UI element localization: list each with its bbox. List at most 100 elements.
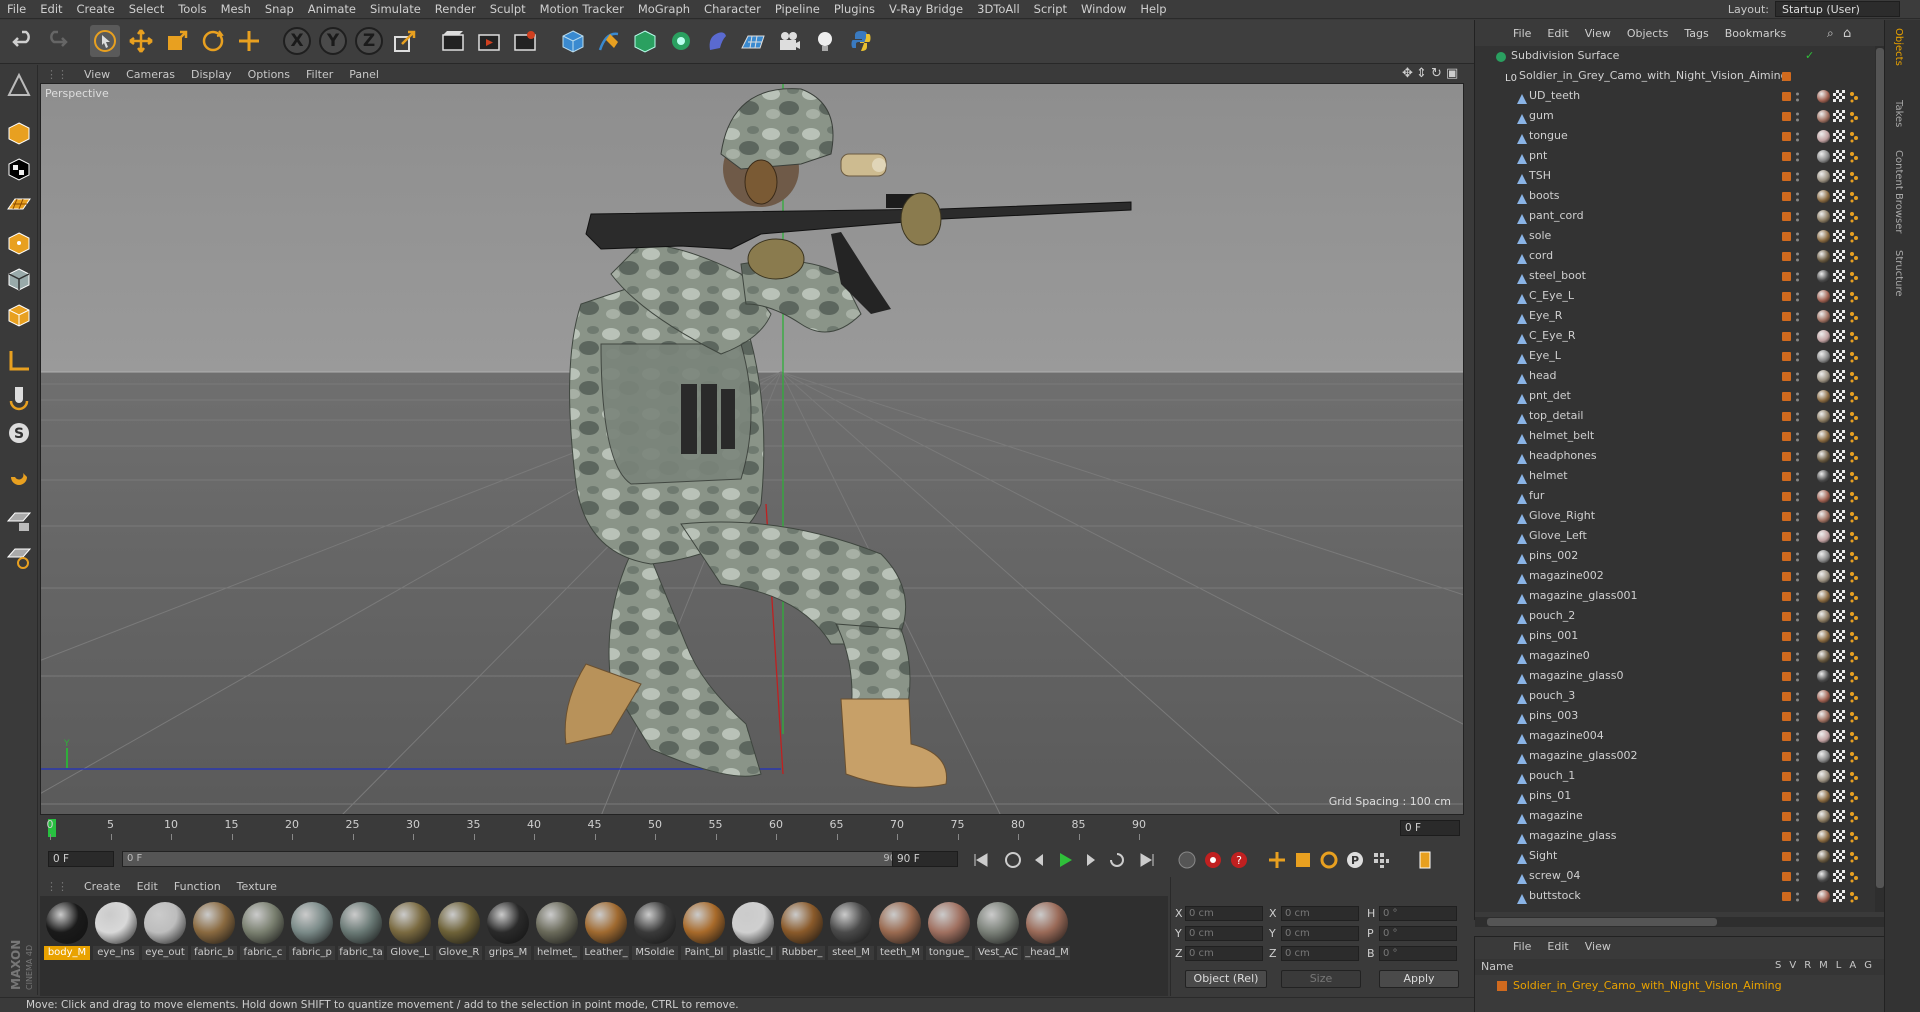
object-row[interactable]: buttstock	[1475, 886, 1875, 906]
layer-color-tag[interactable]	[1782, 292, 1791, 301]
material-swatch[interactable]: tongue_	[926, 902, 972, 964]
selection-tag-icon[interactable]	[1849, 850, 1859, 863]
selection-tag-icon[interactable]	[1849, 670, 1859, 683]
menu-mograph[interactable]: MoGraph	[631, 0, 697, 19]
pan-view-icon[interactable]: ✥	[1402, 66, 1413, 81]
uvw-tag-icon[interactable]	[1833, 230, 1845, 242]
layer-col-a[interactable]: A	[1849, 960, 1856, 971]
texture-tag-icon[interactable]	[1817, 610, 1830, 623]
object-row[interactable]: magazine_glass001	[1475, 586, 1875, 606]
subdivision-generator-icon[interactable]	[630, 25, 660, 57]
visibility-dots-icon[interactable]	[1795, 190, 1800, 202]
material-swatch[interactable]: eye_out	[142, 902, 188, 964]
texture-tag-icon[interactable]	[1817, 730, 1830, 743]
workplane-mode-icon[interactable]	[3, 189, 35, 221]
selection-tag-icon[interactable]	[1849, 750, 1859, 763]
material-swatch[interactable]: Glove_R	[436, 902, 482, 964]
uvw-tag-icon[interactable]	[1833, 330, 1845, 342]
object-menu-tags[interactable]: Tags	[1676, 27, 1716, 40]
viewport-grip-icon[interactable]: ⋮⋮	[38, 68, 76, 81]
visibility-dots-icon[interactable]	[1795, 130, 1800, 142]
home-icon[interactable]: ⌂	[1843, 26, 1851, 41]
tab-objects[interactable]: Objects	[1893, 28, 1904, 66]
uvw-tag-icon[interactable]	[1833, 150, 1845, 162]
layer-color-tag[interactable]	[1782, 232, 1791, 241]
menu-select[interactable]: Select	[122, 0, 171, 19]
render-view-icon[interactable]	[438, 25, 468, 57]
layer-color-tag[interactable]	[1782, 152, 1791, 161]
material-menu-function[interactable]: Function	[166, 880, 229, 893]
viewport-menu-cameras[interactable]: Cameras	[118, 68, 183, 81]
visibility-dots-icon[interactable]	[1795, 810, 1800, 822]
pen-spline-icon[interactable]	[594, 25, 624, 57]
key-parameter-icon[interactable]: P	[1344, 849, 1366, 871]
texture-tag-icon[interactable]	[1817, 270, 1830, 283]
texture-tag-icon[interactable]	[1817, 870, 1830, 883]
layer-color-tag[interactable]	[1782, 452, 1791, 461]
selection-tag-icon[interactable]	[1849, 210, 1859, 223]
object-row[interactable]: screw_04	[1475, 866, 1875, 886]
viewport-menu-options[interactable]: Options	[240, 68, 298, 81]
layer-color-tag[interactable]	[1782, 592, 1791, 601]
prev-key-icon[interactable]	[1002, 849, 1024, 871]
selection-tag-icon[interactable]	[1849, 710, 1859, 723]
object-row[interactable]: helmet	[1475, 466, 1875, 486]
redo-icon[interactable]	[42, 25, 72, 57]
uvw-tag-icon[interactable]	[1833, 190, 1845, 202]
selection-tag-icon[interactable]	[1849, 430, 1859, 443]
polygons-mode-icon[interactable]	[3, 299, 35, 331]
toggle-layout-icon[interactable]: ▣	[1446, 66, 1458, 81]
layer-col-r[interactable]: R	[1804, 960, 1811, 971]
key-pla-icon[interactable]	[1370, 849, 1392, 871]
uvw-tag-icon[interactable]	[1833, 450, 1845, 462]
viewport-menu-view[interactable]: View	[76, 68, 118, 81]
object-row[interactable]: TSH	[1475, 166, 1875, 186]
material-swatch[interactable]: MSoldie	[632, 902, 678, 964]
visibility-dots-icon[interactable]	[1795, 110, 1800, 122]
viewport-menu-panel[interactable]: Panel	[341, 68, 387, 81]
layout-dropdown[interactable]: Startup (User)	[1775, 1, 1900, 17]
object-list-hscrollbar[interactable]	[1475, 917, 1885, 927]
object-row[interactable]: pins_001	[1475, 626, 1875, 646]
menu-create[interactable]: Create	[70, 0, 122, 19]
magnet-icon[interactable]	[3, 461, 35, 493]
tab-takes[interactable]: Takes	[1893, 100, 1904, 127]
object-row[interactable]: magazine0	[1475, 646, 1875, 666]
selection-tag-icon[interactable]	[1849, 530, 1859, 543]
rotate-view-icon[interactable]: ↻	[1431, 66, 1442, 81]
timeline-scheme-icon[interactable]	[1414, 849, 1436, 871]
planar-workplane-icon[interactable]	[3, 541, 35, 573]
texture-tag-icon[interactable]	[1817, 150, 1830, 163]
uvw-tag-icon[interactable]	[1833, 730, 1845, 742]
visibility-dots-icon[interactable]	[1795, 530, 1800, 542]
texture-tag-icon[interactable]	[1817, 710, 1830, 723]
material-grip-icon[interactable]: ⋮⋮	[38, 880, 76, 893]
layer-col-l[interactable]: L	[1836, 960, 1842, 971]
material-swatch[interactable]: fabric_c	[240, 902, 286, 964]
object-row[interactable]: top_detail	[1475, 406, 1875, 426]
mograph-cloner-icon[interactable]	[666, 25, 696, 57]
menu-snap[interactable]: Snap	[258, 0, 301, 19]
layer-col-s[interactable]: S	[1775, 960, 1781, 971]
layer-color-tag[interactable]	[1782, 612, 1791, 621]
selection-tag-icon[interactable]	[1849, 150, 1859, 163]
layer-menu-file[interactable]: File	[1505, 940, 1539, 953]
object-row[interactable]: pouch_3	[1475, 686, 1875, 706]
uvw-tag-icon[interactable]	[1833, 810, 1845, 822]
menu-simulate[interactable]: Simulate	[363, 0, 428, 19]
object-row[interactable]: magazine_glass002	[1475, 746, 1875, 766]
uvw-tag-icon[interactable]	[1833, 350, 1845, 362]
menu-help[interactable]: Help	[1133, 0, 1173, 19]
object-row[interactable]: gum	[1475, 106, 1875, 126]
object-row[interactable]: pins_003	[1475, 706, 1875, 726]
layer-color-tag[interactable]	[1782, 752, 1791, 761]
visibility-dots-icon[interactable]	[1795, 650, 1800, 662]
visibility-dots-icon[interactable]	[1795, 210, 1800, 222]
render-picture-viewer-icon[interactable]	[474, 25, 504, 57]
texture-tag-icon[interactable]	[1817, 890, 1830, 903]
layer-color-tag[interactable]	[1782, 552, 1791, 561]
material-swatch[interactable]: _head_M	[1024, 902, 1070, 964]
texture-tag-icon[interactable]	[1817, 590, 1830, 603]
texture-tag-icon[interactable]	[1817, 370, 1830, 383]
selection-tag-icon[interactable]	[1849, 470, 1859, 483]
